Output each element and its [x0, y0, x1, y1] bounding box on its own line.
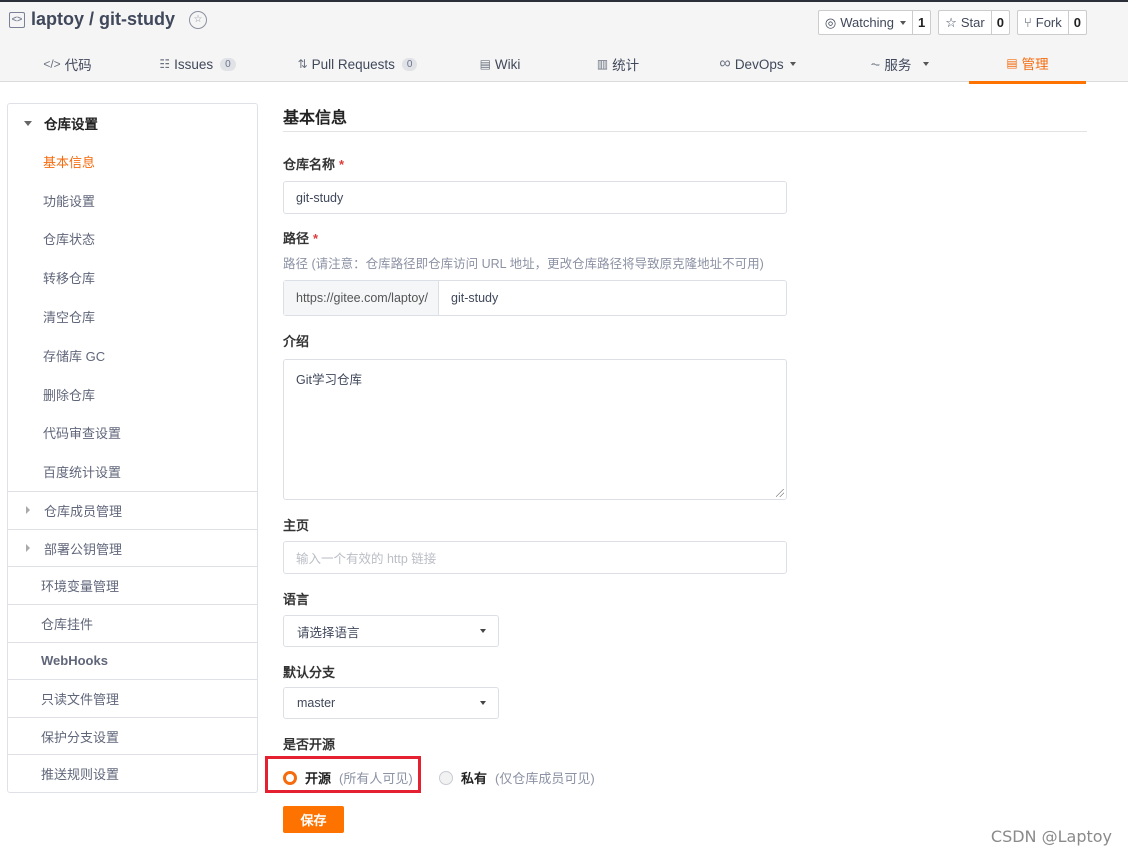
watch-count[interactable]: 1 [913, 11, 930, 34]
code-box-icon: <> [9, 11, 25, 28]
homepage-label: 主页 [283, 518, 310, 533]
wiki-book-icon: ▤ [479, 57, 491, 71]
path-label: 路径 * [283, 231, 319, 246]
radio-unchecked-icon[interactable] [439, 770, 453, 785]
star-count[interactable]: 0 [992, 11, 1009, 34]
sidebar-item-delete[interactable]: 删除仓库 [8, 375, 257, 414]
tab-stats[interactable]: ▥ 统计 [578, 44, 658, 84]
sidebar-section-webhooks[interactable]: WebHooks [8, 641, 257, 680]
sidebar-item-code-review[interactable]: 代码审查设置 [8, 414, 257, 453]
basic-info-form: 基本信息 [283, 100, 1087, 132]
tab-devops[interactable]: ∞ DevOps [705, 44, 810, 84]
issues-icon: ☷ [159, 57, 171, 71]
repo-name-input[interactable]: git-study [283, 181, 787, 214]
sidebar-group-repo-settings[interactable]: 仓库设置 [8, 104, 257, 142]
sidebar-item-clear[interactable]: 清空仓库 [8, 297, 257, 336]
path-input-group: https://gitee.com/laptoy/ git-study [283, 280, 787, 316]
award-badge-icon[interactable]: ☆ [189, 10, 207, 29]
tab-wiki[interactable]: ▤ Wiki [460, 44, 540, 84]
tab-manage[interactable]: ▤ 管理 [969, 44, 1086, 84]
sidebar-item-basic-info[interactable]: 基本信息 [8, 142, 257, 181]
path-hint: 路径 (请注意：仓库路径即仓库访问 URL 地址，更改仓库路径将导致原克隆地址不… [283, 257, 764, 271]
issues-count-badge: 0 [220, 57, 236, 71]
sidebar-section-protected-branches[interactable]: 保护分支设置 [8, 716, 257, 755]
default-branch-select[interactable]: master [283, 687, 499, 719]
tab-code[interactable]: </> 代码 [30, 44, 105, 84]
radio-checked-icon[interactable] [283, 770, 297, 785]
sidebar-section-push-rules[interactable]: 推送规则设置 [8, 754, 257, 792]
caret-right-icon [26, 544, 30, 553]
manage-doc-icon: ▤ [1006, 55, 1018, 70]
required-mark: * [313, 231, 319, 246]
resize-handle-icon[interactable] [776, 489, 784, 497]
fork-count[interactable]: 0 [1069, 11, 1086, 34]
save-button[interactable]: 保存 [283, 806, 344, 833]
chevron-down-icon [480, 629, 486, 633]
chevron-down-icon [480, 701, 486, 705]
sidebar-section-widgets[interactable]: 仓库挂件 [8, 603, 257, 642]
service-pulse-icon: ⏦ [870, 56, 881, 71]
default-branch-label: 默认分支 [283, 665, 336, 680]
visibility-label: 是否开源 [283, 737, 336, 752]
chevron-down-icon [923, 62, 930, 66]
intro-label: 介绍 [283, 334, 310, 349]
sidebar-section-readonly-files[interactable]: 只读文件管理 [8, 679, 257, 717]
language-label: 语言 [283, 592, 310, 607]
sidebar-section-deploy-keys[interactable]: 部署公钥管理 [8, 528, 257, 567]
tab-pull-requests[interactable]: ⇅ Pull Requests 0 [290, 44, 425, 84]
tab-services[interactable]: ⏦ 服务 [855, 44, 945, 84]
intro-textarea[interactable]: Git学习仓库 [283, 359, 787, 500]
fork-icon: ⑂ [1023, 15, 1032, 30]
sidebar-item-baidu-stats[interactable]: 百度统计设置 [8, 452, 257, 491]
sidebar-item-features[interactable]: 功能设置 [8, 181, 257, 220]
language-select[interactable]: 请选择语言 [283, 615, 499, 647]
homepage-input[interactable]: 输入一个有效的 http 链接 [283, 541, 787, 574]
path-prefix: https://gitee.com/laptoy/ [284, 281, 440, 315]
sidebar-item-transfer[interactable]: 转移仓库 [8, 258, 257, 297]
star-icon: ☆ [945, 14, 957, 30]
sidebar-section-members[interactable]: 仓库成员管理 [8, 491, 257, 529]
path-input[interactable]: git-study [439, 281, 786, 315]
chevron-down-icon [899, 20, 906, 25]
pr-count-badge: 0 [401, 57, 418, 71]
tab-issues[interactable]: ☷ Issues 0 [150, 44, 245, 84]
repo-title: <> laptoy / git-study ☆ [9, 9, 207, 30]
sidebar-item-gc[interactable]: 存储库 GC [8, 336, 257, 375]
fork-button[interactable]: ⑂ Fork 0 [1016, 10, 1087, 35]
pull-request-icon: ⇅ [297, 57, 308, 71]
repo-header: <> laptoy / git-study ☆ ◎ Watching 1 ☆ Sta… [0, 0, 1128, 84]
devops-infinity-icon: ∞ [719, 55, 731, 72]
watermark: CSDN @Laptoy [990, 827, 1112, 846]
repo-tabs: </> 代码 ☷ Issues 0 ⇅ Pull Requests 0 ▤ Wi… [0, 44, 1128, 84]
code-icon: </> [43, 57, 61, 71]
repo-actions: ◎ Watching 1 ☆ Star 0 ⑂ Fork 0 [817, 10, 1087, 35]
visibility-option-public[interactable]: 开源 (所有人可见) [283, 768, 413, 787]
caret-down-icon [24, 120, 32, 126]
settings-sidebar: 仓库设置 基本信息 功能设置 仓库状态 转移仓库 清空仓库 存储库 GC 删除仓… [7, 103, 258, 793]
required-mark: * [339, 157, 345, 172]
chevron-down-icon [789, 62, 796, 66]
repo-name-link[interactable]: laptoy / git-study [31, 9, 175, 30]
sidebar-section-env-vars[interactable]: 环境变量管理 [8, 566, 257, 604]
watch-button[interactable]: ◎ Watching 1 [817, 10, 932, 35]
star-button[interactable]: ☆ Star 0 [938, 10, 1010, 35]
caret-right-icon [26, 506, 30, 515]
sidebar-item-repo-status[interactable]: 仓库状态 [8, 220, 257, 259]
stats-chart-icon: ▥ [596, 57, 609, 71]
eye-icon: ◎ [824, 14, 837, 30]
repo-name-label: 仓库名称 * [283, 157, 345, 172]
page-title: 基本信息 [283, 100, 1087, 132]
visibility-option-private[interactable]: 私有 (仅仓库成员可见) [439, 768, 595, 787]
